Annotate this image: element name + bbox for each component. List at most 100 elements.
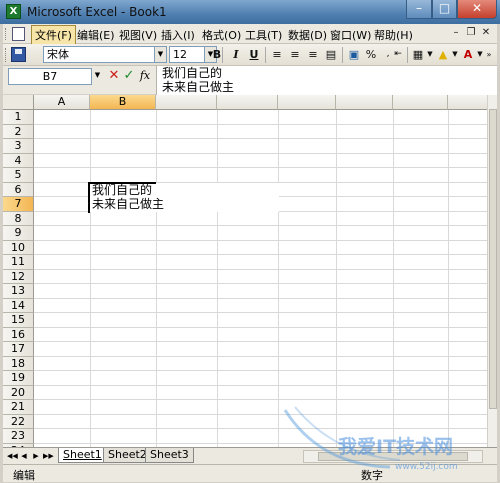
row-header-5[interactable]: 5 [3,168,34,183]
column-header-a[interactable]: A [34,95,90,110]
menu-insert[interactable]: 插入(I) [161,27,195,43]
first-sheet-icon[interactable]: ◀◀ [7,451,18,462]
doc-minimize-button[interactable]: – [449,27,463,40]
minimize-button[interactable]: – [406,0,432,19]
row-header-22[interactable]: 22 [3,414,34,429]
row-header-14[interactable]: 14 [3,298,34,313]
select-all-corner[interactable] [3,95,34,110]
column-header[interactable] [336,95,393,110]
font-color-icon[interactable]: A [460,47,476,63]
menu-help[interactable]: 帮助(H) [374,27,413,43]
menu-file[interactable]: 文件(F) [31,25,76,45]
grid-line [34,399,490,400]
row-header-4[interactable]: 4 [3,153,34,168]
align-left-icon[interactable]: ≡ [269,47,285,63]
fill-color-icon[interactable]: ▲ [435,47,451,63]
next-sheet-icon[interactable]: ▶ [31,451,41,462]
workbook-icon[interactable] [12,27,25,41]
toolbar-grip[interactable] [5,28,8,40]
align-center-icon[interactable]: ≡ [287,47,303,63]
active-cell-border [88,182,156,213]
menu-format[interactable]: 格式(O) [202,27,241,43]
vertical-scrollbar[interactable] [487,95,497,447]
row-header-7[interactable]: 7 [3,197,34,212]
column-header[interactable] [156,95,217,110]
insert-function-icon[interactable]: fx [138,68,152,85]
separator [265,47,266,63]
row-header-8[interactable]: 8 [3,211,34,226]
formula-input[interactable]: 我们自己的 未来自己做主 [156,66,497,95]
row-header-16[interactable]: 16 [3,327,34,342]
separator [407,47,408,63]
maximize-button[interactable]: □ [432,0,457,19]
borders-icon[interactable]: ▦ [410,47,426,63]
save-icon[interactable] [11,47,26,62]
align-right-icon[interactable]: ≡ [305,47,321,63]
row-header-6[interactable]: 6 [3,182,34,197]
row-header-20[interactable]: 20 [3,385,34,400]
toolbar-options-icon[interactable]: » [484,47,494,63]
decrease-indent-icon[interactable]: ⇤ [390,47,406,63]
name-box-dropdown-icon[interactable]: ▼ [92,68,103,85]
grid-line [336,110,337,447]
doc-close-button[interactable]: ✕ [479,27,493,40]
menu-edit[interactable]: 编辑(E) [77,27,115,43]
column-header[interactable] [393,95,448,110]
cancel-entry-icon[interactable]: ✕ [107,68,121,85]
row-header-11[interactable]: 11 [3,255,34,270]
fill-color-dropdown-icon[interactable]: ▼ [451,47,459,63]
percent-button[interactable]: % [363,47,379,63]
grid-line [34,283,490,284]
row-header-1[interactable]: 1 [3,110,34,125]
row-header-3[interactable]: 3 [3,139,34,154]
column-header[interactable] [278,95,336,110]
watermark-text: 我爱IT技术网 [338,436,454,458]
last-sheet-icon[interactable]: ▶▶ [43,451,54,462]
menu-data[interactable]: 数据(D) [288,27,327,43]
row-header-2[interactable]: 2 [3,124,34,139]
grid-line [393,110,394,447]
prev-sheet-icon[interactable]: ◀ [19,451,29,462]
row-header-13[interactable]: 13 [3,284,34,299]
grid-line [34,268,490,270]
row-header-12[interactable]: 12 [3,269,34,284]
excel-app-icon[interactable]: X [6,4,21,19]
underline-button[interactable]: U [246,47,262,63]
menu-view[interactable]: 视图(V) [119,27,157,43]
vertical-scroll-thumb[interactable] [489,109,497,409]
spreadsheet-grid[interactable]: A B 1 2 3 4 5 6 7 8 9 10 11 12 13 14 15 16 17 18 19 20 21 22 2… [3,95,497,447]
merge-center-icon[interactable]: ▤ [323,47,339,63]
grid-line [34,428,490,429]
borders-dropdown-icon[interactable]: ▼ [426,47,434,63]
sheet-tab-1[interactable]: Sheet1 [58,448,107,463]
row-header-19[interactable]: 19 [3,371,34,386]
font-name-dropdown-icon[interactable]: ▼ [155,46,167,63]
row-header-10[interactable]: 10 [3,240,34,255]
column-header[interactable] [217,95,278,110]
column-header-b[interactable]: B [90,95,156,110]
close-button[interactable]: ✕ [457,0,497,19]
row-header-21[interactable]: 21 [3,400,34,415]
grid-line [90,110,91,447]
font-color-dropdown-icon[interactable]: ▼ [476,47,484,63]
row-header-9[interactable]: 9 [3,226,34,241]
row-header-15[interactable]: 15 [3,313,34,328]
toolbar-grip[interactable] [5,48,8,62]
row-header-18[interactable]: 18 [3,356,34,371]
italic-button[interactable]: I [228,47,244,63]
formula-bar: B7 ▼ ✕ ✓ fx 我们自己的 未来自己做主 [3,66,497,95]
sheet-tab-3[interactable]: Sheet3 [145,448,194,463]
row-header-17[interactable]: 17 [3,342,34,357]
font-name-select[interactable]: 宋体 [43,46,155,63]
bold-button[interactable]: B [209,47,225,63]
menu-window[interactable]: 窗口(W) [330,27,371,43]
doc-restore-button[interactable]: ❐ [464,27,478,40]
currency-icon[interactable]: ▣ [346,47,362,63]
font-size-select[interactable]: 12 [169,46,205,63]
row-header-23[interactable]: 23 [3,429,34,444]
confirm-entry-icon[interactable]: ✓ [122,68,136,85]
name-box[interactable]: B7 [8,68,92,85]
menu-tools[interactable]: 工具(T) [245,27,282,43]
status-mode: 编辑 [13,469,35,482]
grid-line [448,110,449,447]
